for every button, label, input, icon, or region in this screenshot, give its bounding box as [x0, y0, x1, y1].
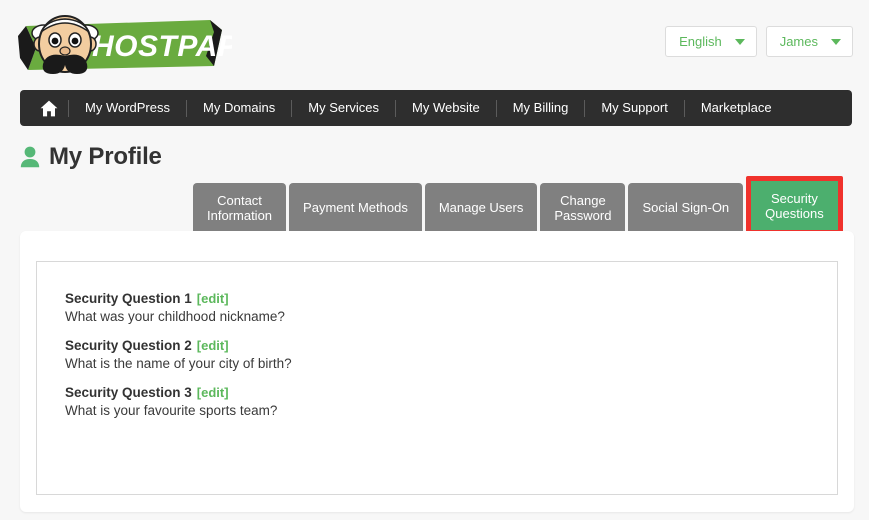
home-icon	[40, 100, 58, 116]
security-question-heading-row: Security Question 2 [edit]	[65, 338, 837, 353]
tab-contact-information[interactable]: Contact Information	[193, 183, 287, 232]
tab-manage-users[interactable]: Manage Users	[424, 183, 538, 232]
main-navbar: My WordPress My Domains My Services My W…	[20, 90, 852, 126]
nav-item-marketplace[interactable]: Marketplace	[685, 90, 788, 126]
nav-item-my-billing[interactable]: My Billing	[497, 90, 585, 126]
account-dropdown[interactable]: James	[765, 26, 853, 57]
security-question-item: Security Question 1 [edit] What was your…	[65, 291, 837, 324]
nav-item-my-domains[interactable]: My Domains	[187, 90, 291, 126]
hostpapa-logo[interactable]: HOSTPAPA	[14, 8, 232, 76]
tab-highlight-box: Security Questions	[746, 176, 843, 235]
security-question-item: Security Question 2 [edit] What is the n…	[65, 338, 837, 371]
page-header: HOSTPAPA	[0, 0, 869, 86]
tab-change-password[interactable]: Change Password	[540, 183, 626, 232]
security-question-2-label: Security Question 2	[65, 338, 192, 353]
nav-home-button[interactable]	[30, 90, 68, 126]
edit-security-question-1-link[interactable]: [edit]	[197, 291, 229, 306]
security-question-2-text: What is the name of your city of birth?	[65, 356, 292, 371]
security-question-3-text: What is your favourite sports team?	[65, 403, 278, 418]
svg-text:HOSTPAPA: HOSTPAPA	[92, 30, 232, 63]
page-title: My Profile	[49, 143, 162, 170]
page-title-row: My Profile	[20, 143, 162, 171]
chevron-down-icon	[831, 38, 841, 45]
security-question-heading-row: Security Question 3 [edit]	[65, 385, 837, 400]
tab-social-sign-on[interactable]: Social Sign-On	[628, 183, 744, 232]
nav-item-my-support[interactable]: My Support	[585, 90, 683, 126]
page-root: HOSTPAPA	[0, 0, 869, 520]
security-question-3-label: Security Question 3	[65, 385, 192, 400]
language-dropdown[interactable]: English	[665, 26, 757, 57]
security-questions-list: Security Question 1 [edit] What was your…	[37, 262, 837, 418]
nav-item-my-website[interactable]: My Website	[396, 90, 496, 126]
edit-security-question-3-link[interactable]: [edit]	[197, 385, 229, 400]
profile-tabs: Contact Information Payment Methods Mana…	[193, 176, 843, 235]
security-question-1-label: Security Question 1	[65, 291, 192, 306]
content-panel: Security Question 1 [edit] What was your…	[20, 231, 854, 512]
security-question-1-text: What was your childhood nickname?	[65, 309, 285, 324]
account-dropdown-label: James	[779, 34, 818, 49]
security-question-heading-row: Security Question 1 [edit]	[65, 291, 837, 306]
nav-item-my-wordpress[interactable]: My WordPress	[69, 90, 186, 126]
language-dropdown-label: English	[679, 34, 722, 49]
nav-item-my-services[interactable]: My Services	[292, 90, 395, 126]
chevron-down-icon	[734, 38, 745, 45]
header-controls: English James	[665, 26, 853, 57]
security-question-item: Security Question 3 [edit] What is your …	[65, 385, 837, 418]
user-icon	[20, 146, 40, 168]
security-questions-box: Security Question 1 [edit] What was your…	[36, 261, 838, 495]
edit-security-question-2-link[interactable]: [edit]	[197, 338, 229, 353]
tab-security-questions[interactable]: Security Questions	[751, 181, 838, 230]
tab-payment-methods[interactable]: Payment Methods	[289, 183, 422, 232]
